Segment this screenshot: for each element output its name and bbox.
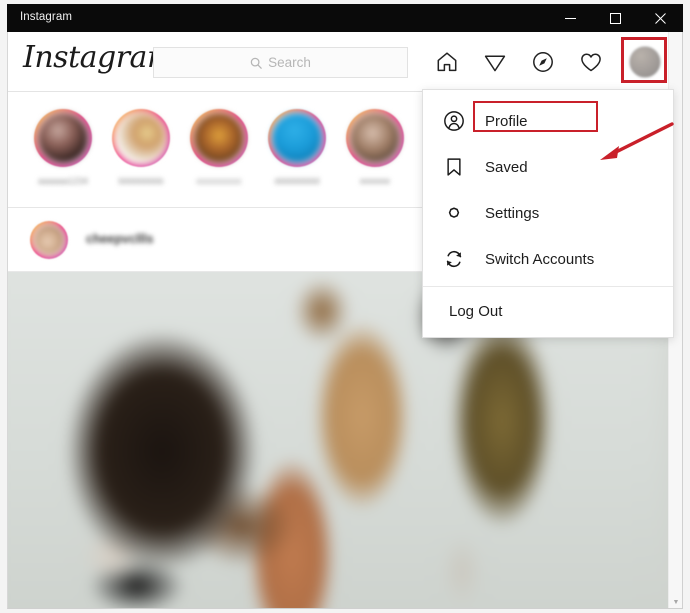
profile-avatar-button[interactable] bbox=[621, 37, 667, 83]
avatar-highlight-box bbox=[621, 37, 667, 83]
menu-item-switch-accounts[interactable]: Switch Accounts bbox=[423, 236, 673, 282]
minimize-icon bbox=[565, 17, 576, 19]
story-avatar bbox=[270, 111, 324, 165]
story-username: aaaaaa1234 bbox=[37, 176, 89, 184]
menu-item-saved[interactable]: Saved bbox=[423, 144, 673, 190]
story-username: ddddddddd bbox=[274, 176, 320, 184]
bookmark-icon bbox=[441, 154, 467, 180]
story-item[interactable]: bbbbbbbbb bbox=[106, 109, 176, 184]
story-ring bbox=[190, 109, 248, 167]
scroll-down-arrow-icon[interactable]: ▼ bbox=[669, 595, 682, 608]
close-button[interactable] bbox=[638, 4, 683, 32]
post-author-avatar-ring[interactable] bbox=[30, 221, 68, 259]
story-username: eeeeee bbox=[359, 176, 391, 184]
explore-compass-icon bbox=[533, 52, 553, 72]
menu-item-label: Profile bbox=[485, 112, 528, 130]
person-circle-icon bbox=[441, 108, 467, 134]
story-ring bbox=[112, 109, 170, 167]
menu-divider bbox=[423, 286, 673, 287]
title-bar: Instagram bbox=[7, 4, 683, 32]
menu-item-label: Log Out bbox=[449, 302, 503, 320]
story-item[interactable]: eeeeee bbox=[340, 109, 410, 184]
story-item[interactable]: aaaaaa1234 bbox=[28, 109, 98, 184]
menu-item-label: Switch Accounts bbox=[485, 250, 595, 268]
story-ring bbox=[346, 109, 404, 167]
menu-item-settings[interactable]: Settings bbox=[423, 190, 673, 236]
direct-button[interactable] bbox=[482, 49, 508, 75]
menu-item-label: Settings bbox=[485, 204, 540, 222]
activity-heart-icon bbox=[581, 53, 601, 72]
explore-button[interactable] bbox=[530, 49, 556, 75]
story-avatar bbox=[348, 111, 402, 165]
menu-item-label: Saved bbox=[485, 158, 528, 176]
story-item[interactable]: ddddddddd bbox=[262, 109, 332, 184]
top-navigation-bar: Instagram Search bbox=[8, 32, 682, 92]
home-button[interactable] bbox=[434, 49, 460, 75]
story-ring bbox=[268, 109, 326, 167]
client-area: Instagram Search aaaaaa1234 bbbbbbbbb cc… bbox=[7, 32, 683, 609]
home-icon bbox=[437, 52, 457, 72]
story-avatar bbox=[36, 111, 90, 165]
close-icon bbox=[655, 12, 666, 24]
post-author-avatar bbox=[32, 223, 66, 257]
search-input[interactable]: Search bbox=[153, 47, 408, 78]
instagram-window: Instagram Instagram Search aaaaaa1234 bb… bbox=[0, 0, 690, 613]
story-ring bbox=[34, 109, 92, 167]
minimize-button[interactable] bbox=[548, 4, 593, 32]
window-controls bbox=[548, 4, 683, 32]
switch-accounts-icon bbox=[441, 246, 467, 272]
direct-paper-plane-icon bbox=[484, 55, 506, 72]
activity-button[interactable] bbox=[578, 49, 604, 75]
nav-icon-group bbox=[434, 32, 674, 92]
maximize-icon bbox=[610, 12, 621, 24]
profile-dropdown-menu: Profile Saved Settings Switch Accounts L… bbox=[422, 89, 674, 338]
story-username: bbbbbbbbb bbox=[118, 176, 164, 184]
search-icon bbox=[250, 57, 262, 69]
story-avatar bbox=[114, 111, 168, 165]
post-author-username[interactable]: cheepvcllls bbox=[86, 232, 153, 246]
window-title: Instagram bbox=[20, 11, 73, 23]
story-item[interactable]: cccccccccc bbox=[184, 109, 254, 184]
menu-item-log-out[interactable]: Log Out bbox=[423, 289, 673, 333]
maximize-button[interactable] bbox=[593, 4, 638, 32]
story-username: cccccccccc bbox=[196, 176, 242, 184]
menu-item-profile[interactable]: Profile bbox=[423, 98, 673, 144]
gear-icon bbox=[441, 200, 467, 226]
search-placeholder: Search bbox=[268, 55, 311, 70]
story-avatar bbox=[192, 111, 246, 165]
